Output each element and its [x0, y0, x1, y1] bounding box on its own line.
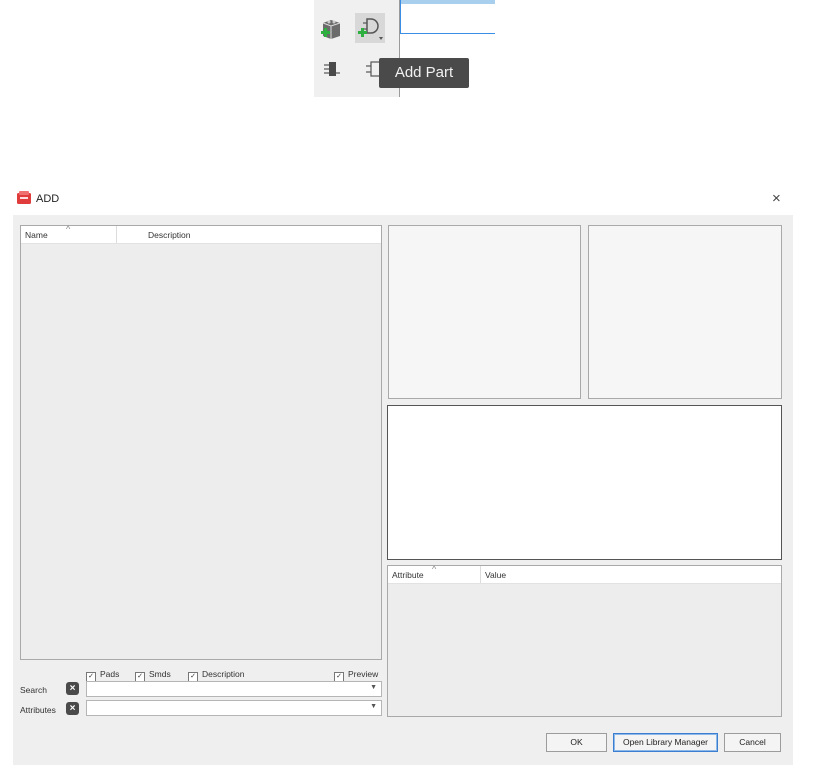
description-preview: [387, 405, 782, 560]
dialog-title: ADD: [36, 193, 60, 205]
package-icon: [324, 62, 340, 76]
package-preview: [588, 225, 782, 399]
add-library-icon: [321, 20, 341, 39]
add-part-tooltip: Add Part: [379, 58, 469, 88]
add-part-icon: [358, 18, 383, 40]
attributes-label: Attributes: [20, 705, 56, 715]
search-input[interactable]: ▼: [86, 681, 382, 697]
attributes-input[interactable]: ▼: [86, 700, 382, 716]
part-list-header: ^ Name Description: [21, 224, 381, 244]
column-name[interactable]: Name: [25, 230, 48, 240]
add-library-button[interactable]: [317, 14, 347, 44]
cancel-button[interactable]: Cancel: [724, 733, 781, 752]
ok-button[interactable]: OK: [546, 733, 607, 752]
smds-label: Smds: [149, 669, 171, 679]
clear-attributes-icon[interactable]: ×: [66, 702, 79, 715]
open-library-manager-button[interactable]: Open Library Manager: [613, 733, 718, 752]
part-list[interactable]: ^ Name Description: [20, 224, 382, 660]
clear-search-icon[interactable]: ×: [66, 682, 79, 695]
search-label: Search: [20, 685, 47, 695]
column-value[interactable]: Value: [485, 570, 506, 580]
pads-label: Pads: [100, 669, 120, 679]
preview-label: Preview: [348, 669, 379, 679]
editor-canvas[interactable]: [400, 0, 495, 34]
sort-ascending-icon: ^: [432, 564, 437, 574]
sort-ascending-icon: ^: [66, 224, 71, 234]
attribute-table[interactable]: ^ Attribute Value: [387, 564, 782, 717]
chevron-down-icon[interactable]: ▼: [370, 703, 377, 710]
add-part-button[interactable]: [355, 13, 385, 43]
eagle-app-icon: [17, 191, 31, 204]
column-divider[interactable]: [116, 226, 117, 243]
description-label: Description: [202, 669, 245, 679]
attribute-table-header: ^ Attribute Value: [388, 564, 781, 584]
symbol-preview: [388, 225, 581, 399]
chevron-down-icon[interactable]: ▼: [370, 684, 377, 691]
close-icon[interactable]: ×: [772, 191, 781, 206]
package-button[interactable]: [317, 54, 347, 84]
column-divider[interactable]: [480, 566, 481, 583]
column-attribute[interactable]: Attribute: [392, 570, 424, 580]
column-description[interactable]: Description: [148, 230, 191, 240]
